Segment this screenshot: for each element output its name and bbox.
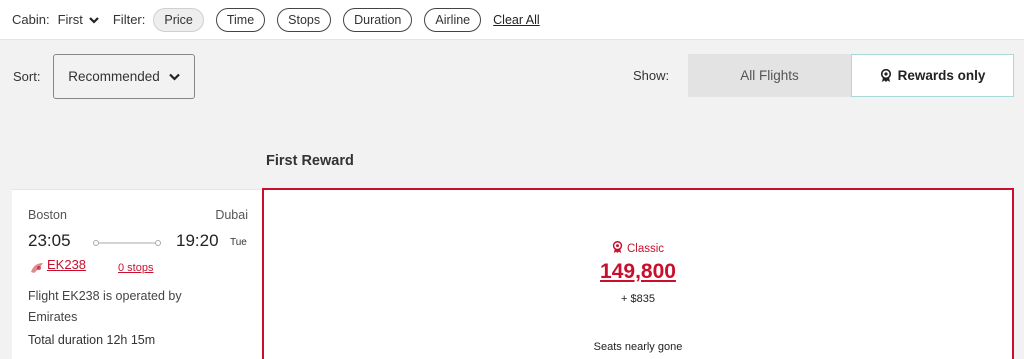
show-label: Show: <box>633 68 670 83</box>
sort-label: Sort: <box>13 69 41 84</box>
cabin-dropdown[interactable]: First <box>58 12 99 27</box>
clear-all-link[interactable]: Clear All <box>493 13 540 27</box>
fare-points-link[interactable]: 149,800 <box>264 260 1012 284</box>
sort-dropdown[interactable]: Recommended <box>53 54 195 99</box>
operated-by-text: Flight EK238 is operated by Emirates <box>28 289 182 324</box>
departure-time: 23:05 <box>28 231 71 250</box>
chevron-down-icon <box>168 69 180 84</box>
show-rewards-only-label: Rewards only <box>897 68 986 83</box>
show-all-flights-toggle[interactable]: All Flights <box>688 54 851 97</box>
filter-time-button[interactable]: Time <box>215 7 266 32</box>
stops-link[interactable]: 0 stops <box>118 262 153 274</box>
filter-price-button[interactable]: Price <box>153 7 204 32</box>
filter-label: Filter: <box>112 12 146 27</box>
cabin-value: First <box>57 12 83 27</box>
reward-badge-icon <box>880 68 892 83</box>
section-title: First Reward <box>266 153 354 169</box>
arrival-time: 19:20 <box>176 231 219 250</box>
emirates-logo-icon <box>30 261 44 279</box>
flight-path-icon <box>92 235 162 253</box>
flight-card: Boston Dubai 23:05 19:20 Tue EK238 0 sto… <box>12 189 262 359</box>
filter-stops-button[interactable]: Stops <box>277 7 332 32</box>
seat-availability: Seats nearly gone <box>593 341 683 353</box>
destination-city: Dubai <box>215 208 248 222</box>
fare-option-card[interactable]: Classic 149,800 + $835 Seats nearly gone <box>262 188 1014 359</box>
filter-bar: Cabin: First Filter: Price Time Stops Du… <box>0 0 1024 40</box>
arrival-day: Tue <box>230 237 247 248</box>
cabin-label: Cabin: <box>12 12 50 27</box>
chevron-down-icon <box>89 12 99 27</box>
show-all-flights-label: All Flights <box>740 68 799 83</box>
show-rewards-only-toggle[interactable]: Rewards only <box>851 54 1014 97</box>
filter-airline-button[interactable]: Airline <box>424 7 482 32</box>
fare-taxes: + $835 <box>621 293 655 305</box>
total-duration: Total duration 12h 15m <box>28 333 156 347</box>
flight-number-link[interactable]: EK238 <box>47 257 86 272</box>
sort-bar: Sort: Recommended Show: All Flights Rewa… <box>0 41 1024 121</box>
reward-badge-icon <box>612 240 623 257</box>
sort-value: Recommended <box>68 69 160 84</box>
origin-city: Boston <box>28 208 67 222</box>
filter-duration-button[interactable]: Duration <box>343 7 413 32</box>
fare-type: Classic <box>264 240 1012 257</box>
fare-type-label: Classic <box>626 243 665 255</box>
